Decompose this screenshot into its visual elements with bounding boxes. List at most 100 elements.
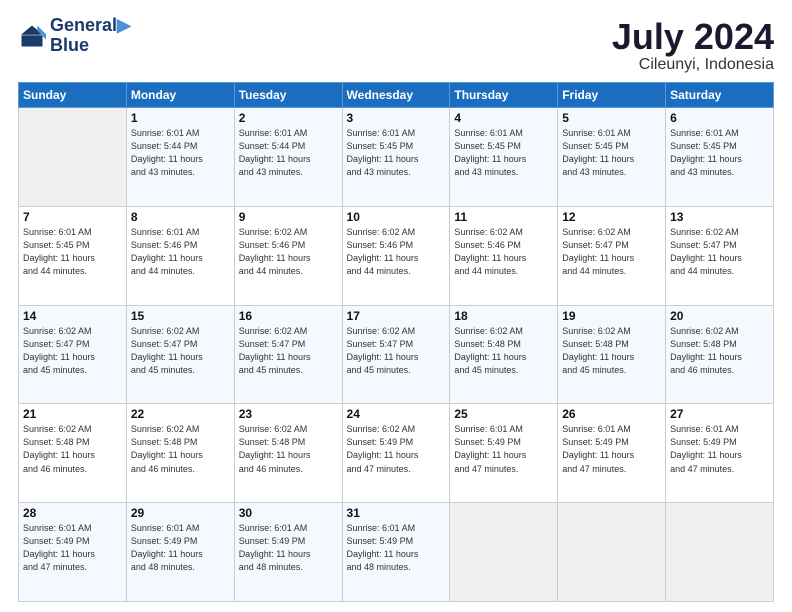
- location-subtitle: Cileunyi, Indonesia: [612, 56, 774, 74]
- day-info: Sunrise: 6:01 AMSunset: 5:44 PMDaylight:…: [239, 127, 338, 179]
- day-info: Sunrise: 6:01 AMSunset: 5:44 PMDaylight:…: [131, 127, 230, 179]
- day-info: Sunrise: 6:02 AMSunset: 5:48 PMDaylight:…: [670, 325, 769, 377]
- calendar-day-11: 11 Sunrise: 6:02 AMSunset: 5:46 PMDayligh…: [450, 206, 558, 305]
- day-number: 16: [239, 309, 338, 323]
- day-info: Sunrise: 6:02 AMSunset: 5:47 PMDaylight:…: [239, 325, 338, 377]
- calendar-table: SundayMondayTuesdayWednesdayThursdayFrid…: [18, 82, 774, 602]
- day-info: Sunrise: 6:02 AMSunset: 5:48 PMDaylight:…: [454, 325, 553, 377]
- calendar-day-5: 5 Sunrise: 6:01 AMSunset: 5:45 PMDaylight…: [558, 108, 666, 207]
- day-number: 1: [131, 111, 230, 125]
- day-number: 10: [347, 210, 446, 224]
- day-info: Sunrise: 6:02 AMSunset: 5:48 PMDaylight:…: [562, 325, 661, 377]
- day-info: Sunrise: 6:02 AMSunset: 5:47 PMDaylight:…: [131, 325, 230, 377]
- logo: General▶ Blue: [18, 16, 131, 56]
- weekday-header-wednesday: Wednesday: [342, 83, 450, 108]
- day-number: 25: [454, 407, 553, 421]
- day-info: Sunrise: 6:01 AMSunset: 5:45 PMDaylight:…: [562, 127, 661, 179]
- day-number: 13: [670, 210, 769, 224]
- day-number: 31: [347, 506, 446, 520]
- calendar-day-3: 3 Sunrise: 6:01 AMSunset: 5:45 PMDaylight…: [342, 108, 450, 207]
- day-number: 19: [562, 309, 661, 323]
- calendar-week-row: 21Sunrise: 6:02 AMSunset: 5:48 PMDayligh…: [19, 404, 774, 503]
- calendar-day-22: 22 Sunrise: 6:02 AMSunset: 5:48 PMDayligh…: [126, 404, 234, 503]
- day-number: 18: [454, 309, 553, 323]
- day-info: Sunrise: 6:01 AMSunset: 5:45 PMDaylight:…: [347, 127, 446, 179]
- day-number: 23: [239, 407, 338, 421]
- calendar-day-27: 27Sunrise: 6:01 AMSunset: 5:49 PMDayligh…: [666, 404, 774, 503]
- day-info: Sunrise: 6:02 AMSunset: 5:47 PMDaylight:…: [670, 226, 769, 278]
- day-number: 3: [347, 111, 446, 125]
- calendar-day-15: 15 Sunrise: 6:02 AMSunset: 5:47 PMDayligh…: [126, 305, 234, 404]
- day-number: 20: [670, 309, 769, 323]
- weekday-header-friday: Friday: [558, 83, 666, 108]
- day-info: Sunrise: 6:01 AMSunset: 5:49 PMDaylight:…: [23, 522, 122, 574]
- weekday-header-monday: Monday: [126, 83, 234, 108]
- page: General▶ Blue July 2024 Cileunyi, Indone…: [0, 0, 792, 612]
- calendar-day-24: 24Sunrise: 6:02 AMSunset: 5:49 PMDayligh…: [342, 404, 450, 503]
- day-info: Sunrise: 6:02 AMSunset: 5:48 PMDaylight:…: [131, 423, 230, 475]
- day-info: Sunrise: 6:01 AMSunset: 5:49 PMDaylight:…: [454, 423, 553, 475]
- calendar-day-7: 7Sunrise: 6:01 AMSunset: 5:45 PMDaylight…: [19, 206, 127, 305]
- day-info: Sunrise: 6:02 AMSunset: 5:47 PMDaylight:…: [562, 226, 661, 278]
- day-info: Sunrise: 6:02 AMSunset: 5:47 PMDaylight:…: [347, 325, 446, 377]
- day-info: Sunrise: 6:02 AMSunset: 5:46 PMDaylight:…: [347, 226, 446, 278]
- calendar-day-18: 18 Sunrise: 6:02 AMSunset: 5:48 PMDayligh…: [450, 305, 558, 404]
- day-info: Sunrise: 6:01 AMSunset: 5:45 PMDaylight:…: [454, 127, 553, 179]
- calendar-day-14: 14 Sunrise: 6:02 AMSunset: 5:47 PMDayligh…: [19, 305, 127, 404]
- calendar-day-25: 25 Sunrise: 6:01 AMSunset: 5:49 PMDayligh…: [450, 404, 558, 503]
- day-number: 11: [454, 210, 553, 224]
- weekday-header-tuesday: Tuesday: [234, 83, 342, 108]
- calendar-day-empty: [19, 108, 127, 207]
- logo-text: General▶ Blue: [50, 16, 131, 56]
- day-number: 5: [562, 111, 661, 125]
- weekday-header-sunday: Sunday: [19, 83, 127, 108]
- weekday-header-row: SundayMondayTuesdayWednesdayThursdayFrid…: [19, 83, 774, 108]
- calendar-week-row: 1 Sunrise: 6:01 AMSunset: 5:44 PMDaylight…: [19, 108, 774, 207]
- day-number: 28: [23, 506, 122, 520]
- day-number: 24: [347, 407, 446, 421]
- calendar-day-13: 13 Sunrise: 6:02 AMSunset: 5:47 PMDayligh…: [666, 206, 774, 305]
- weekday-header-thursday: Thursday: [450, 83, 558, 108]
- calendar-week-row: 14 Sunrise: 6:02 AMSunset: 5:47 PMDayligh…: [19, 305, 774, 404]
- title-section: July 2024 Cileunyi, Indonesia: [612, 16, 774, 74]
- day-number: 7: [23, 210, 122, 224]
- day-number: 6: [670, 111, 769, 125]
- day-number: 14: [23, 309, 122, 323]
- calendar-day-10: 10 Sunrise: 6:02 AMSunset: 5:46 PMDayligh…: [342, 206, 450, 305]
- calendar-day-26: 26 Sunrise: 6:01 AMSunset: 5:49 PMDayligh…: [558, 404, 666, 503]
- calendar-day-20: 20 Sunrise: 6:02 AMSunset: 5:48 PMDayligh…: [666, 305, 774, 404]
- day-number: 8: [131, 210, 230, 224]
- day-info: Sunrise: 6:02 AMSunset: 5:48 PMDaylight:…: [23, 423, 122, 475]
- calendar-week-row: 7Sunrise: 6:01 AMSunset: 5:45 PMDaylight…: [19, 206, 774, 305]
- day-info: Sunrise: 6:02 AMSunset: 5:46 PMDaylight:…: [454, 226, 553, 278]
- day-info: Sunrise: 6:01 AMSunset: 5:46 PMDaylight:…: [131, 226, 230, 278]
- calendar-day-empty: [450, 503, 558, 602]
- day-number: 26: [562, 407, 661, 421]
- day-info: Sunrise: 6:01 AMSunset: 5:49 PMDaylight:…: [131, 522, 230, 574]
- day-number: 22: [131, 407, 230, 421]
- day-number: 27: [670, 407, 769, 421]
- calendar-day-17: 17Sunrise: 6:02 AMSunset: 5:47 PMDayligh…: [342, 305, 450, 404]
- calendar-day-28: 28 Sunrise: 6:01 AMSunset: 5:49 PMDayligh…: [19, 503, 127, 602]
- header: General▶ Blue July 2024 Cileunyi, Indone…: [18, 16, 774, 74]
- day-number: 29: [131, 506, 230, 520]
- day-number: 30: [239, 506, 338, 520]
- calendar-day-empty: [666, 503, 774, 602]
- calendar-day-2: 2 Sunrise: 6:01 AMSunset: 5:44 PMDaylight…: [234, 108, 342, 207]
- calendar-day-1: 1 Sunrise: 6:01 AMSunset: 5:44 PMDaylight…: [126, 108, 234, 207]
- day-info: Sunrise: 6:01 AMSunset: 5:49 PMDaylight:…: [562, 423, 661, 475]
- day-info: Sunrise: 6:01 AMSunset: 5:49 PMDaylight:…: [239, 522, 338, 574]
- day-info: Sunrise: 6:02 AMSunset: 5:46 PMDaylight:…: [239, 226, 338, 278]
- calendar-day-4: 4Sunrise: 6:01 AMSunset: 5:45 PMDaylight…: [450, 108, 558, 207]
- logo-icon: [18, 22, 46, 50]
- day-number: 15: [131, 309, 230, 323]
- calendar-day-31: 31Sunrise: 6:01 AMSunset: 5:49 PMDayligh…: [342, 503, 450, 602]
- day-number: 2: [239, 111, 338, 125]
- calendar-day-12: 12Sunrise: 6:02 AMSunset: 5:47 PMDayligh…: [558, 206, 666, 305]
- month-title: July 2024: [612, 16, 774, 58]
- day-number: 9: [239, 210, 338, 224]
- day-info: Sunrise: 6:02 AMSunset: 5:47 PMDaylight:…: [23, 325, 122, 377]
- calendar-day-23: 23Sunrise: 6:02 AMSunset: 5:48 PMDayligh…: [234, 404, 342, 503]
- calendar-day-9: 9 Sunrise: 6:02 AMSunset: 5:46 PMDaylight…: [234, 206, 342, 305]
- calendar-day-19: 19 Sunrise: 6:02 AMSunset: 5:48 PMDayligh…: [558, 305, 666, 404]
